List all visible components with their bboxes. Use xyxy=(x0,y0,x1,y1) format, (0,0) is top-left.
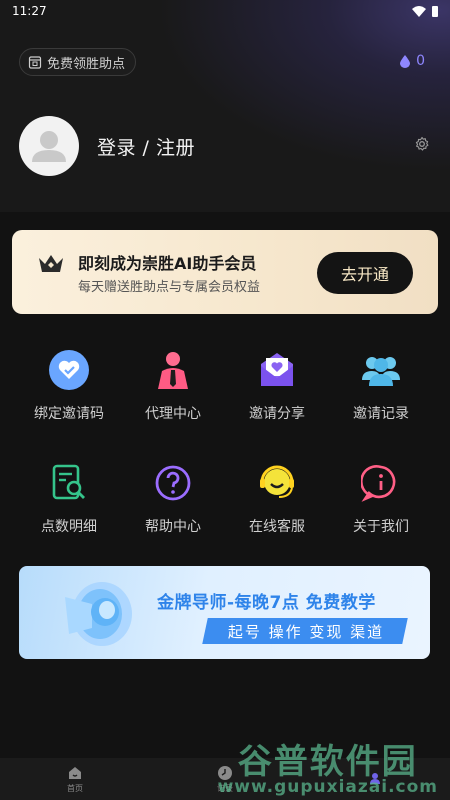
balance-value: 0 xyxy=(416,53,425,69)
battery-icon xyxy=(432,5,438,17)
free-points-chip[interactable]: 免费领胜助点 xyxy=(19,48,137,76)
mentor-promo-banner[interactable]: 金牌导师-每晚7点 免费教学 起号 操作 变现 渠道 xyxy=(19,566,430,659)
grid-label: 在线客服 xyxy=(249,519,305,535)
grid-label: 邀请记录 xyxy=(353,406,409,422)
banner-title: 金牌导师-每晚7点 免费教学 xyxy=(157,593,376,613)
envelope-heart-icon xyxy=(255,348,299,392)
status-icons xyxy=(412,5,438,17)
info-bubble-icon xyxy=(359,461,403,505)
nav-home[interactable]: 首页 xyxy=(0,758,150,800)
grid-label: 帮助中心 xyxy=(145,519,201,535)
grid-label: 代理中心 xyxy=(145,406,201,422)
grid-item-invite-records[interactable]: 邀请记录 xyxy=(329,348,433,423)
grid-item-about-us[interactable]: 关于我们 xyxy=(329,461,433,536)
watermark-url: www.gupuxiazai.com xyxy=(217,777,438,797)
calendar-gift-icon xyxy=(28,56,42,69)
question-circle-icon xyxy=(151,461,195,505)
grid-item-agent-center[interactable]: 代理中心 xyxy=(121,348,225,423)
grid-item-invite-share[interactable]: 邀请分享 xyxy=(225,348,329,423)
banner-tags: 起号 操作 变现 渠道 xyxy=(227,623,385,641)
people-group-icon xyxy=(359,348,403,392)
default-avatar-icon xyxy=(32,131,66,162)
avatar[interactable] xyxy=(19,116,79,176)
gear-icon[interactable] xyxy=(414,136,430,152)
grid-item-help-center[interactable]: 帮助中心 xyxy=(121,461,225,536)
free-points-label: 免费领胜助点 xyxy=(47,56,126,72)
grid-item-points-detail[interactable]: 点数明细 xyxy=(17,461,121,536)
wifi-icon xyxy=(412,5,426,17)
watermark-title: 谷普软件园 xyxy=(237,742,418,782)
grid-label: 绑定邀请码 xyxy=(34,406,104,422)
points-balance[interactable]: 0 xyxy=(400,53,425,69)
grid-label: 邀请分享 xyxy=(249,406,305,422)
status-bar: 11:27 xyxy=(0,0,450,22)
login-register-link[interactable]: 登录 / 注册 xyxy=(97,133,195,160)
grid-label: 点数明细 xyxy=(41,519,97,535)
site-watermark: 谷普软件园 www.gupuxiazai.com xyxy=(218,745,438,796)
megaphone-icon xyxy=(65,582,132,646)
grid-item-online-service[interactable]: 在线客服 xyxy=(225,461,329,536)
grid-label: 关于我们 xyxy=(353,519,409,535)
drop-icon xyxy=(400,54,411,68)
vip-promo-card[interactable]: 即刻成为崇胜AI助手会员 每天赠送胜助点与专属会员权益 去开通 xyxy=(12,230,438,314)
headset-smile-icon xyxy=(255,461,299,505)
document-search-icon xyxy=(47,461,91,505)
heart-badge-icon xyxy=(47,348,91,392)
profile-header xyxy=(0,0,450,212)
function-grid: 绑定邀请码 代理中心 邀请分享 邀请记录 点数明细 帮助中心 在线客服 关于我们 xyxy=(17,348,433,536)
home-icon xyxy=(69,766,81,779)
activate-vip-button[interactable]: 去开通 xyxy=(317,252,413,294)
nav-label: 首页 xyxy=(67,783,83,793)
grid-item-bind-invite-code[interactable]: 绑定邀请码 xyxy=(17,348,121,423)
crown-icon xyxy=(39,255,63,272)
agent-person-icon xyxy=(151,348,195,392)
vip-subtitle: 每天赠送胜助点与专属会员权益 xyxy=(78,280,261,295)
vip-title: 即刻成为崇胜AI助手会员 xyxy=(78,254,257,273)
status-time: 11:27 xyxy=(12,4,47,18)
